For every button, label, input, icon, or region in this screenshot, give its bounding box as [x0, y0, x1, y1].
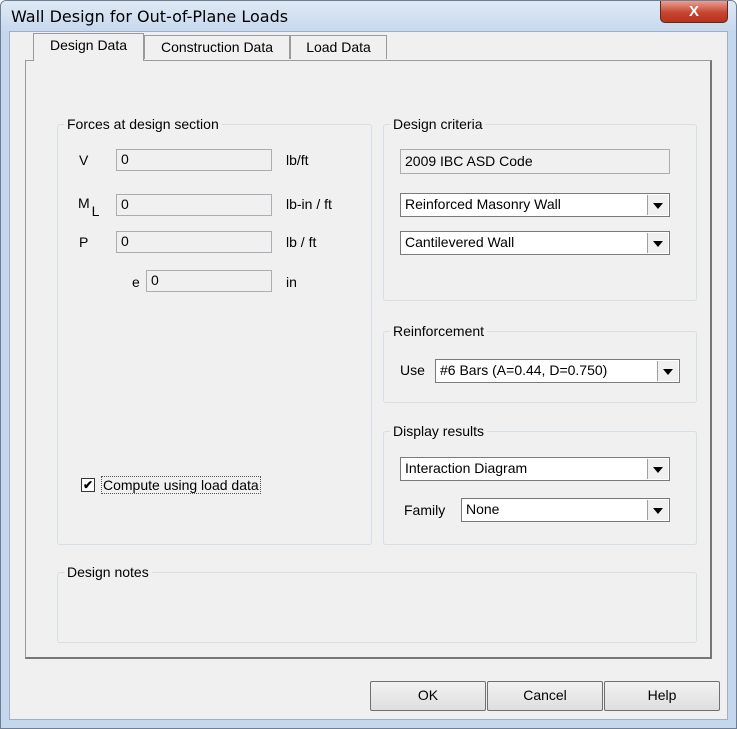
title-bar[interactable]: Wall Design for Out-of-Plane Loads X [1, 1, 736, 31]
p-unit: lb / ft [286, 234, 317, 250]
reinforcement-legend: Reinforcement [393, 323, 485, 339]
e-field[interactable]: 0 [146, 270, 272, 292]
family-value: None [466, 501, 500, 517]
ml-field[interactable]: 0 [116, 194, 272, 216]
dialog-window: Wall Design for Out-of-Plane Loads X Des… [0, 0, 737, 729]
support-value: Cantilevered Wall [405, 234, 515, 250]
ml-label-subscript: L [91, 203, 100, 219]
forces-legend: Forces at design section [67, 116, 219, 132]
result-type-select[interactable]: Interaction Diagram [400, 457, 670, 481]
e-label: e [132, 274, 140, 290]
chevron-down-icon[interactable] [647, 500, 668, 520]
wall-type-value: Reinforced Masonry Wall [405, 196, 561, 212]
chevron-down-icon[interactable] [647, 459, 668, 479]
close-icon: X [688, 3, 699, 20]
tab-construction-data[interactable]: Construction Data [144, 35, 290, 59]
tab-label: Construction Data [160, 39, 274, 55]
ml-label-main: M [78, 195, 90, 211]
close-button[interactable]: X [660, 1, 728, 23]
display-results-group: Display results [383, 423, 697, 545]
tab-label: Load Data [306, 39, 371, 55]
cancel-button[interactable]: Cancel [487, 681, 603, 711]
use-label: Use [400, 362, 425, 378]
help-button[interactable]: Help [604, 681, 720, 711]
design-notes-group: Design notes [57, 564, 697, 643]
compute-checkbox-label[interactable]: Compute using load data [101, 476, 261, 494]
ml-label: ML [78, 195, 99, 219]
bars-select[interactable]: #6 Bars (A=0.44, D=0.750) [435, 359, 680, 383]
family-label: Family [404, 502, 446, 518]
v-label: V [79, 152, 89, 168]
chevron-down-icon[interactable] [647, 195, 668, 215]
tab-design-data[interactable]: Design Data [33, 33, 144, 61]
chevron-down-icon[interactable] [647, 233, 668, 253]
e-unit: in [286, 274, 297, 290]
tab-load-data[interactable]: Load Data [290, 35, 387, 59]
bars-value: #6 Bars (A=0.44, D=0.750) [440, 362, 608, 378]
design-notes-legend: Design notes [67, 564, 149, 580]
family-select[interactable]: None [461, 498, 670, 522]
v-field[interactable]: 0 [116, 149, 272, 171]
v-unit: lb/ft [286, 152, 309, 168]
p-field[interactable]: 0 [116, 231, 272, 253]
ok-button[interactable]: OK [370, 681, 486, 711]
ml-unit: lb-in / ft [286, 196, 332, 212]
design-criteria-legend: Design criteria [393, 116, 483, 132]
display-results-legend: Display results [393, 423, 485, 439]
p-label: P [79, 234, 89, 250]
result-type-value: Interaction Diagram [405, 460, 528, 476]
tab-label: Design Data [49, 37, 128, 53]
design-code-field: 2009 IBC ASD Code [400, 149, 670, 174]
wall-type-select[interactable]: Reinforced Masonry Wall [400, 193, 670, 217]
window-title: Wall Design for Out-of-Plane Loads [11, 7, 289, 26]
support-select[interactable]: Cantilevered Wall [400, 231, 670, 255]
chevron-down-icon[interactable] [657, 361, 678, 381]
compute-checkbox[interactable]: ✔ [81, 478, 95, 492]
